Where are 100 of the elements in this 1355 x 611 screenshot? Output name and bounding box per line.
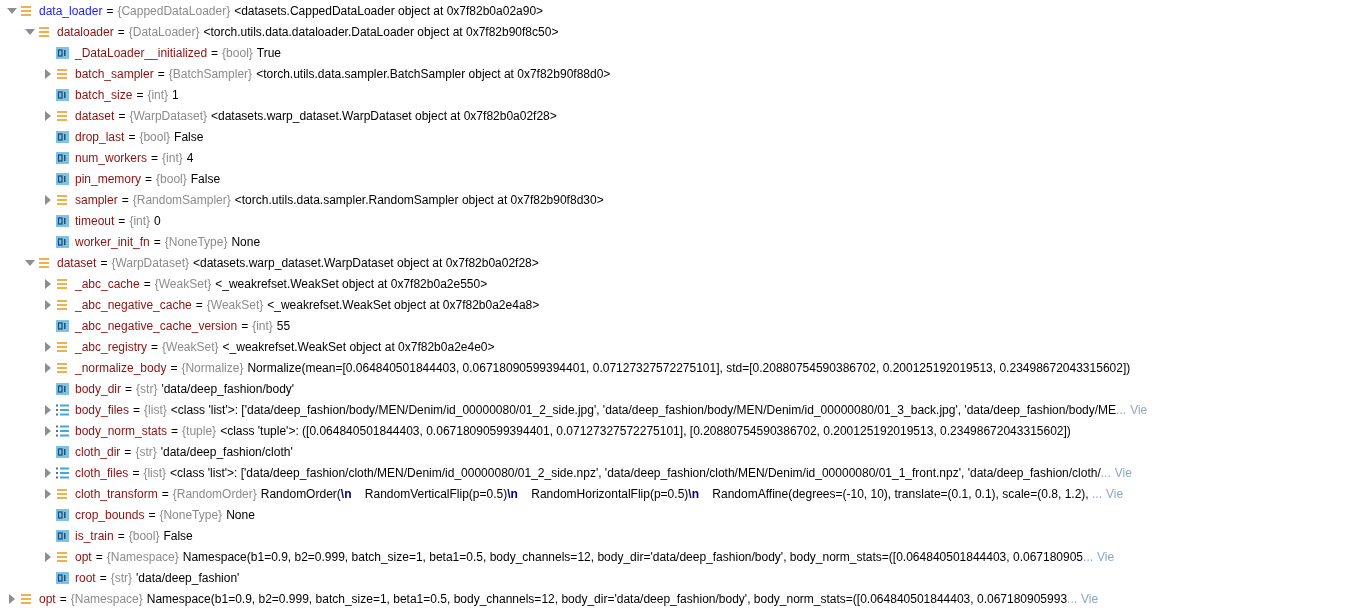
- equals-sign: =: [95, 549, 103, 564]
- value-icon: [56, 172, 69, 185]
- value-text: <datasets.CappedDataLoader object at 0x7f82b0a02a90>: [234, 3, 544, 18]
- type-label: {list}: [144, 402, 167, 417]
- type-label: {WeakSet}: [206, 297, 264, 312]
- type-label: {int}: [147, 87, 169, 102]
- value-text: Normalize(mean=[0.064840501844403, 0.06718090599394401, 0.07127327572275101], std=[0.20880754590386702, 0.200125192019513, 0.23498672043315602]): [247, 360, 1131, 375]
- equals-sign: =: [117, 528, 125, 543]
- value-text: None: [231, 234, 261, 249]
- variable-name: batch_size: [75, 87, 133, 102]
- value-text: False: [174, 129, 204, 144]
- equals-sign: =: [211, 45, 219, 60]
- variable-name: crop_bounds: [75, 507, 145, 522]
- equals-sign: =: [148, 507, 156, 522]
- stacked-lines-icon: [56, 67, 68, 80]
- equals-sign: =: [241, 318, 249, 333]
- variable-name: num_workers: [75, 150, 148, 165]
- equals-sign: =: [121, 192, 129, 207]
- value-text: <datasets.warp_dataset.WarpDataset object at 0x7f82b0a02f28>: [193, 255, 539, 270]
- type-label: {WarpDataset}: [111, 255, 189, 270]
- value-text: <_weakrefset.WeakSet object at 0x7f82b0a2e4a8>: [267, 297, 540, 312]
- type-label: {RandomSampler}: [132, 192, 231, 207]
- equals-sign: =: [118, 108, 126, 123]
- stacked-lines-icon: [38, 256, 50, 269]
- ellipsis: ...: [1092, 486, 1102, 501]
- variable-name: sampler: [75, 192, 118, 207]
- type-label: {DataLoader}: [128, 24, 200, 39]
- value-text: 'data/deep_fashion/body': [161, 381, 295, 396]
- equals-sign: =: [145, 171, 153, 186]
- stacked-lines-icon: [20, 4, 32, 17]
- value-icon: [56, 508, 69, 521]
- value-icon: [56, 46, 69, 59]
- variable-name: body_norm_stats: [75, 423, 168, 438]
- type-label: {Normalize}: [181, 360, 244, 375]
- stacked-lines-icon: [56, 361, 68, 374]
- value-icon: [56, 382, 69, 395]
- stacked-lines-icon: [56, 298, 68, 311]
- value-icon: [56, 130, 69, 143]
- variable-name: body_dir: [75, 381, 122, 396]
- stacked-lines-icon: [20, 592, 32, 605]
- type-label: {RandomOrder}: [172, 486, 257, 501]
- value-text: <class 'list'>: ['data/deep_fashion/cloth/MEN/Denim/id_00000080/01_2_side.npz', 'data/deep_fashion/cloth/MEN/Denim/id_00000080/01_1_front.npz', 'data/deep_fashion/cloth/: [170, 465, 1101, 480]
- equals-sign: =: [170, 360, 178, 375]
- value-text: <torch.utils.data.sampler.RandomSampler object at 0x7f82b90f8d30>: [234, 192, 604, 207]
- value-text: <torch.utils.data.sampler.BatchSampler object at 0x7f82b90f88d0>: [256, 66, 611, 81]
- type-label: {int}: [129, 213, 151, 228]
- variable-name: timeout: [75, 213, 115, 228]
- stacked-lines-icon: [56, 487, 68, 500]
- value-icon: [56, 151, 69, 164]
- stacked-lines-icon: [56, 277, 68, 290]
- value-icon: [56, 529, 69, 542]
- value-text: Namespace(b1=0.9, b2=0.999, batch_size=1, beta1=0.5, body_channels=12, body_dir='data/deep_fashion/body', body_norm_stats=([0.064840501844403, 0.067180905993: [146, 591, 1068, 606]
- value-text: <class 'tuple'>: ([0.064840501844403, 0.06718090599394401, 0.07127327572275101], [0.20880754590386702, 0.200125192019513, 0.23498672043315602]): [220, 423, 1071, 438]
- variable-name: opt: [39, 591, 56, 606]
- ellipsis: ...: [1067, 591, 1078, 606]
- variable-name: _DataLoader__initialized: [75, 45, 208, 60]
- view-link[interactable]: Vie: [1081, 591, 1099, 606]
- value-text: RandomOrder(\n RandomVerticalFlip(p=0.5)\n RandomHorizontalFlip(p=0.5)\n RandomAffine(degrees=(-10, 10), translate=(0.1, 0.1), scale=(0.8, 1.2),: [260, 486, 1090, 501]
- equals-sign: =: [100, 255, 108, 270]
- view-link[interactable]: Vie: [1106, 486, 1124, 501]
- equals-sign: =: [125, 381, 133, 396]
- type-label: {list}: [143, 465, 167, 480]
- type-label: {bool}: [222, 45, 253, 60]
- equals-sign: =: [195, 297, 203, 312]
- variable-name: dataloader: [57, 24, 114, 39]
- equals-sign: =: [106, 3, 114, 18]
- list-icon: [56, 466, 69, 479]
- equals-sign: =: [59, 591, 67, 606]
- view-link[interactable]: Vie: [1097, 549, 1115, 564]
- value-text: 1: [172, 87, 179, 102]
- variable-name: dataset: [75, 108, 115, 123]
- equals-sign: =: [151, 150, 159, 165]
- variable-name: cloth_files: [75, 465, 129, 480]
- variable-name: _abc_registry: [75, 339, 148, 354]
- value-text: <torch.utils.data.dataloader.DataLoader object at 0x7f82b90f8c50>: [203, 24, 559, 39]
- value-text: <_weakrefset.WeakSet object at 0x7f82b0a2e4e0>: [222, 339, 495, 354]
- view-link[interactable]: Vie: [1130, 402, 1148, 417]
- type-label: {str}: [135, 444, 157, 459]
- type-label: {bool}: [139, 129, 171, 144]
- equals-sign: =: [151, 339, 159, 354]
- value-text: 0: [154, 213, 161, 228]
- equals-sign: =: [171, 423, 179, 438]
- value-text: False: [190, 171, 221, 186]
- equals-sign: =: [157, 66, 165, 81]
- equals-sign: =: [136, 87, 144, 102]
- view-link[interactable]: Vie: [1114, 465, 1132, 480]
- equals-sign: =: [128, 129, 136, 144]
- ellipsis: ...: [1083, 549, 1094, 564]
- equals-sign: =: [133, 402, 141, 417]
- type-label: {WeakSet}: [154, 276, 212, 291]
- type-label: {str}: [110, 570, 133, 585]
- value-text: 'data/deep_fashion/cloth': [160, 444, 293, 459]
- variable-name: body_files: [75, 402, 130, 417]
- variable-name: opt: [75, 549, 92, 564]
- equals-sign: =: [124, 444, 132, 459]
- value-icon: [56, 571, 69, 584]
- equals-sign: =: [161, 486, 169, 501]
- stacked-lines-icon: [56, 193, 68, 206]
- equals-sign: =: [143, 276, 151, 291]
- type-label: {Namespace}: [70, 591, 143, 606]
